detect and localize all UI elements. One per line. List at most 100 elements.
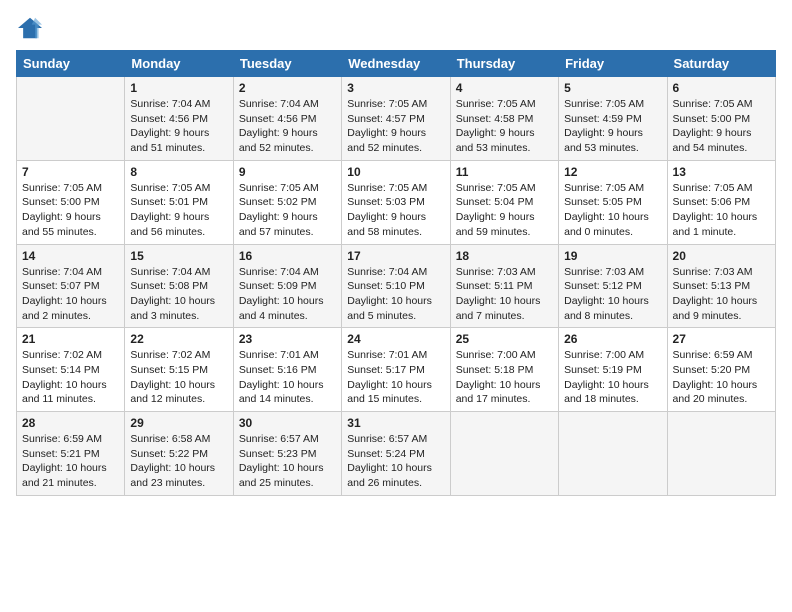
calendar-cell: 31 Sunrise: 6:57 AM Sunset: 5:24 PM Dayl…	[342, 412, 450, 496]
day-number: 31	[347, 416, 444, 430]
day-info: Sunrise: 7:05 AM Sunset: 5:00 PM Dayligh…	[22, 181, 119, 240]
sunset-text: Sunset: 4:59 PM	[564, 112, 661, 127]
sunrise-text: Sunrise: 7:04 AM	[239, 97, 336, 112]
day-info: Sunrise: 7:03 AM Sunset: 5:11 PM Dayligh…	[456, 265, 553, 324]
calendar-cell: 15 Sunrise: 7:04 AM Sunset: 5:08 PM Dayl…	[125, 244, 233, 328]
day-number: 8	[130, 165, 227, 179]
calendar-cell	[17, 77, 125, 161]
sunrise-text: Sunrise: 6:58 AM	[130, 432, 227, 447]
day-number: 4	[456, 81, 553, 95]
daylight-text: Daylight: 9 hours and 56 minutes.	[130, 210, 227, 239]
day-info: Sunrise: 7:03 AM Sunset: 5:13 PM Dayligh…	[673, 265, 770, 324]
calendar-cell: 25 Sunrise: 7:00 AM Sunset: 5:18 PM Dayl…	[450, 328, 558, 412]
day-info: Sunrise: 7:02 AM Sunset: 5:14 PM Dayligh…	[22, 348, 119, 407]
sunrise-text: Sunrise: 7:00 AM	[456, 348, 553, 363]
day-info: Sunrise: 7:05 AM Sunset: 5:06 PM Dayligh…	[673, 181, 770, 240]
day-header-friday: Friday	[559, 51, 667, 77]
sunset-text: Sunset: 5:21 PM	[22, 447, 119, 462]
day-info: Sunrise: 6:58 AM Sunset: 5:22 PM Dayligh…	[130, 432, 227, 491]
sunrise-text: Sunrise: 6:57 AM	[347, 432, 444, 447]
sunset-text: Sunset: 5:01 PM	[130, 195, 227, 210]
sunrise-text: Sunrise: 7:04 AM	[239, 265, 336, 280]
sunrise-text: Sunrise: 6:59 AM	[673, 348, 770, 363]
calendar-table: SundayMondayTuesdayWednesdayThursdayFrid…	[16, 50, 776, 496]
sunrise-text: Sunrise: 7:05 AM	[347, 181, 444, 196]
daylight-text: Daylight: 9 hours and 52 minutes.	[239, 126, 336, 155]
daylight-text: Daylight: 9 hours and 54 minutes.	[673, 126, 770, 155]
sunset-text: Sunset: 5:07 PM	[22, 279, 119, 294]
calendar-cell: 18 Sunrise: 7:03 AM Sunset: 5:11 PM Dayl…	[450, 244, 558, 328]
daylight-text: Daylight: 10 hours and 23 minutes.	[130, 461, 227, 490]
day-info: Sunrise: 7:04 AM Sunset: 4:56 PM Dayligh…	[239, 97, 336, 156]
calendar-week-3: 14 Sunrise: 7:04 AM Sunset: 5:07 PM Dayl…	[17, 244, 776, 328]
sunset-text: Sunset: 5:18 PM	[456, 363, 553, 378]
daylight-text: Daylight: 10 hours and 9 minutes.	[673, 294, 770, 323]
sunset-text: Sunset: 5:02 PM	[239, 195, 336, 210]
day-info: Sunrise: 7:00 AM Sunset: 5:19 PM Dayligh…	[564, 348, 661, 407]
day-number: 6	[673, 81, 770, 95]
day-info: Sunrise: 7:05 AM Sunset: 5:04 PM Dayligh…	[456, 181, 553, 240]
day-number: 28	[22, 416, 119, 430]
daylight-text: Daylight: 9 hours and 53 minutes.	[456, 126, 553, 155]
sunrise-text: Sunrise: 6:57 AM	[239, 432, 336, 447]
day-info: Sunrise: 6:59 AM Sunset: 5:20 PM Dayligh…	[673, 348, 770, 407]
sunset-text: Sunset: 4:56 PM	[130, 112, 227, 127]
sunset-text: Sunset: 5:13 PM	[673, 279, 770, 294]
day-header-sunday: Sunday	[17, 51, 125, 77]
sunset-text: Sunset: 5:05 PM	[564, 195, 661, 210]
daylight-text: Daylight: 10 hours and 21 minutes.	[22, 461, 119, 490]
sunset-text: Sunset: 5:12 PM	[564, 279, 661, 294]
day-header-wednesday: Wednesday	[342, 51, 450, 77]
calendar-cell: 12 Sunrise: 7:05 AM Sunset: 5:05 PM Dayl…	[559, 160, 667, 244]
day-number: 11	[456, 165, 553, 179]
daylight-text: Daylight: 10 hours and 11 minutes.	[22, 378, 119, 407]
calendar-cell: 6 Sunrise: 7:05 AM Sunset: 5:00 PM Dayli…	[667, 77, 775, 161]
sunset-text: Sunset: 5:08 PM	[130, 279, 227, 294]
sunset-text: Sunset: 5:22 PM	[130, 447, 227, 462]
day-number: 7	[22, 165, 119, 179]
daylight-text: Daylight: 10 hours and 1 minute.	[673, 210, 770, 239]
calendar-cell: 5 Sunrise: 7:05 AM Sunset: 4:59 PM Dayli…	[559, 77, 667, 161]
sunset-text: Sunset: 4:57 PM	[347, 112, 444, 127]
day-info: Sunrise: 7:04 AM Sunset: 5:10 PM Dayligh…	[347, 265, 444, 324]
sunrise-text: Sunrise: 7:03 AM	[456, 265, 553, 280]
day-info: Sunrise: 7:01 AM Sunset: 5:16 PM Dayligh…	[239, 348, 336, 407]
day-info: Sunrise: 7:05 AM Sunset: 5:05 PM Dayligh…	[564, 181, 661, 240]
daylight-text: Daylight: 10 hours and 7 minutes.	[456, 294, 553, 323]
calendar-cell: 17 Sunrise: 7:04 AM Sunset: 5:10 PM Dayl…	[342, 244, 450, 328]
day-header-saturday: Saturday	[667, 51, 775, 77]
day-number: 24	[347, 332, 444, 346]
day-number: 13	[673, 165, 770, 179]
daylight-text: Daylight: 10 hours and 20 minutes.	[673, 378, 770, 407]
daylight-text: Daylight: 9 hours and 59 minutes.	[456, 210, 553, 239]
calendar-cell	[667, 412, 775, 496]
day-info: Sunrise: 7:04 AM Sunset: 5:09 PM Dayligh…	[239, 265, 336, 324]
daylight-text: Daylight: 10 hours and 3 minutes.	[130, 294, 227, 323]
calendar-week-5: 28 Sunrise: 6:59 AM Sunset: 5:21 PM Dayl…	[17, 412, 776, 496]
day-info: Sunrise: 7:05 AM Sunset: 5:03 PM Dayligh…	[347, 181, 444, 240]
daylight-text: Daylight: 10 hours and 18 minutes.	[564, 378, 661, 407]
calendar-cell: 8 Sunrise: 7:05 AM Sunset: 5:01 PM Dayli…	[125, 160, 233, 244]
sunset-text: Sunset: 5:00 PM	[22, 195, 119, 210]
sunrise-text: Sunrise: 7:05 AM	[130, 181, 227, 196]
day-number: 17	[347, 249, 444, 263]
logo	[16, 16, 48, 40]
day-number: 2	[239, 81, 336, 95]
sunrise-text: Sunrise: 7:04 AM	[130, 265, 227, 280]
sunset-text: Sunset: 5:19 PM	[564, 363, 661, 378]
day-number: 9	[239, 165, 336, 179]
sunrise-text: Sunrise: 7:02 AM	[22, 348, 119, 363]
sunrise-text: Sunrise: 7:04 AM	[22, 265, 119, 280]
main-container: SundayMondayTuesdayWednesdayThursdayFrid…	[0, 0, 792, 504]
day-info: Sunrise: 7:05 AM Sunset: 4:59 PM Dayligh…	[564, 97, 661, 156]
day-info: Sunrise: 7:03 AM Sunset: 5:12 PM Dayligh…	[564, 265, 661, 324]
sunset-text: Sunset: 5:14 PM	[22, 363, 119, 378]
sunrise-text: Sunrise: 7:03 AM	[673, 265, 770, 280]
day-number: 22	[130, 332, 227, 346]
sunset-text: Sunset: 5:16 PM	[239, 363, 336, 378]
calendar-cell: 13 Sunrise: 7:05 AM Sunset: 5:06 PM Dayl…	[667, 160, 775, 244]
sunset-text: Sunset: 5:09 PM	[239, 279, 336, 294]
daylight-text: Daylight: 10 hours and 2 minutes.	[22, 294, 119, 323]
daylight-text: Daylight: 10 hours and 26 minutes.	[347, 461, 444, 490]
day-number: 23	[239, 332, 336, 346]
